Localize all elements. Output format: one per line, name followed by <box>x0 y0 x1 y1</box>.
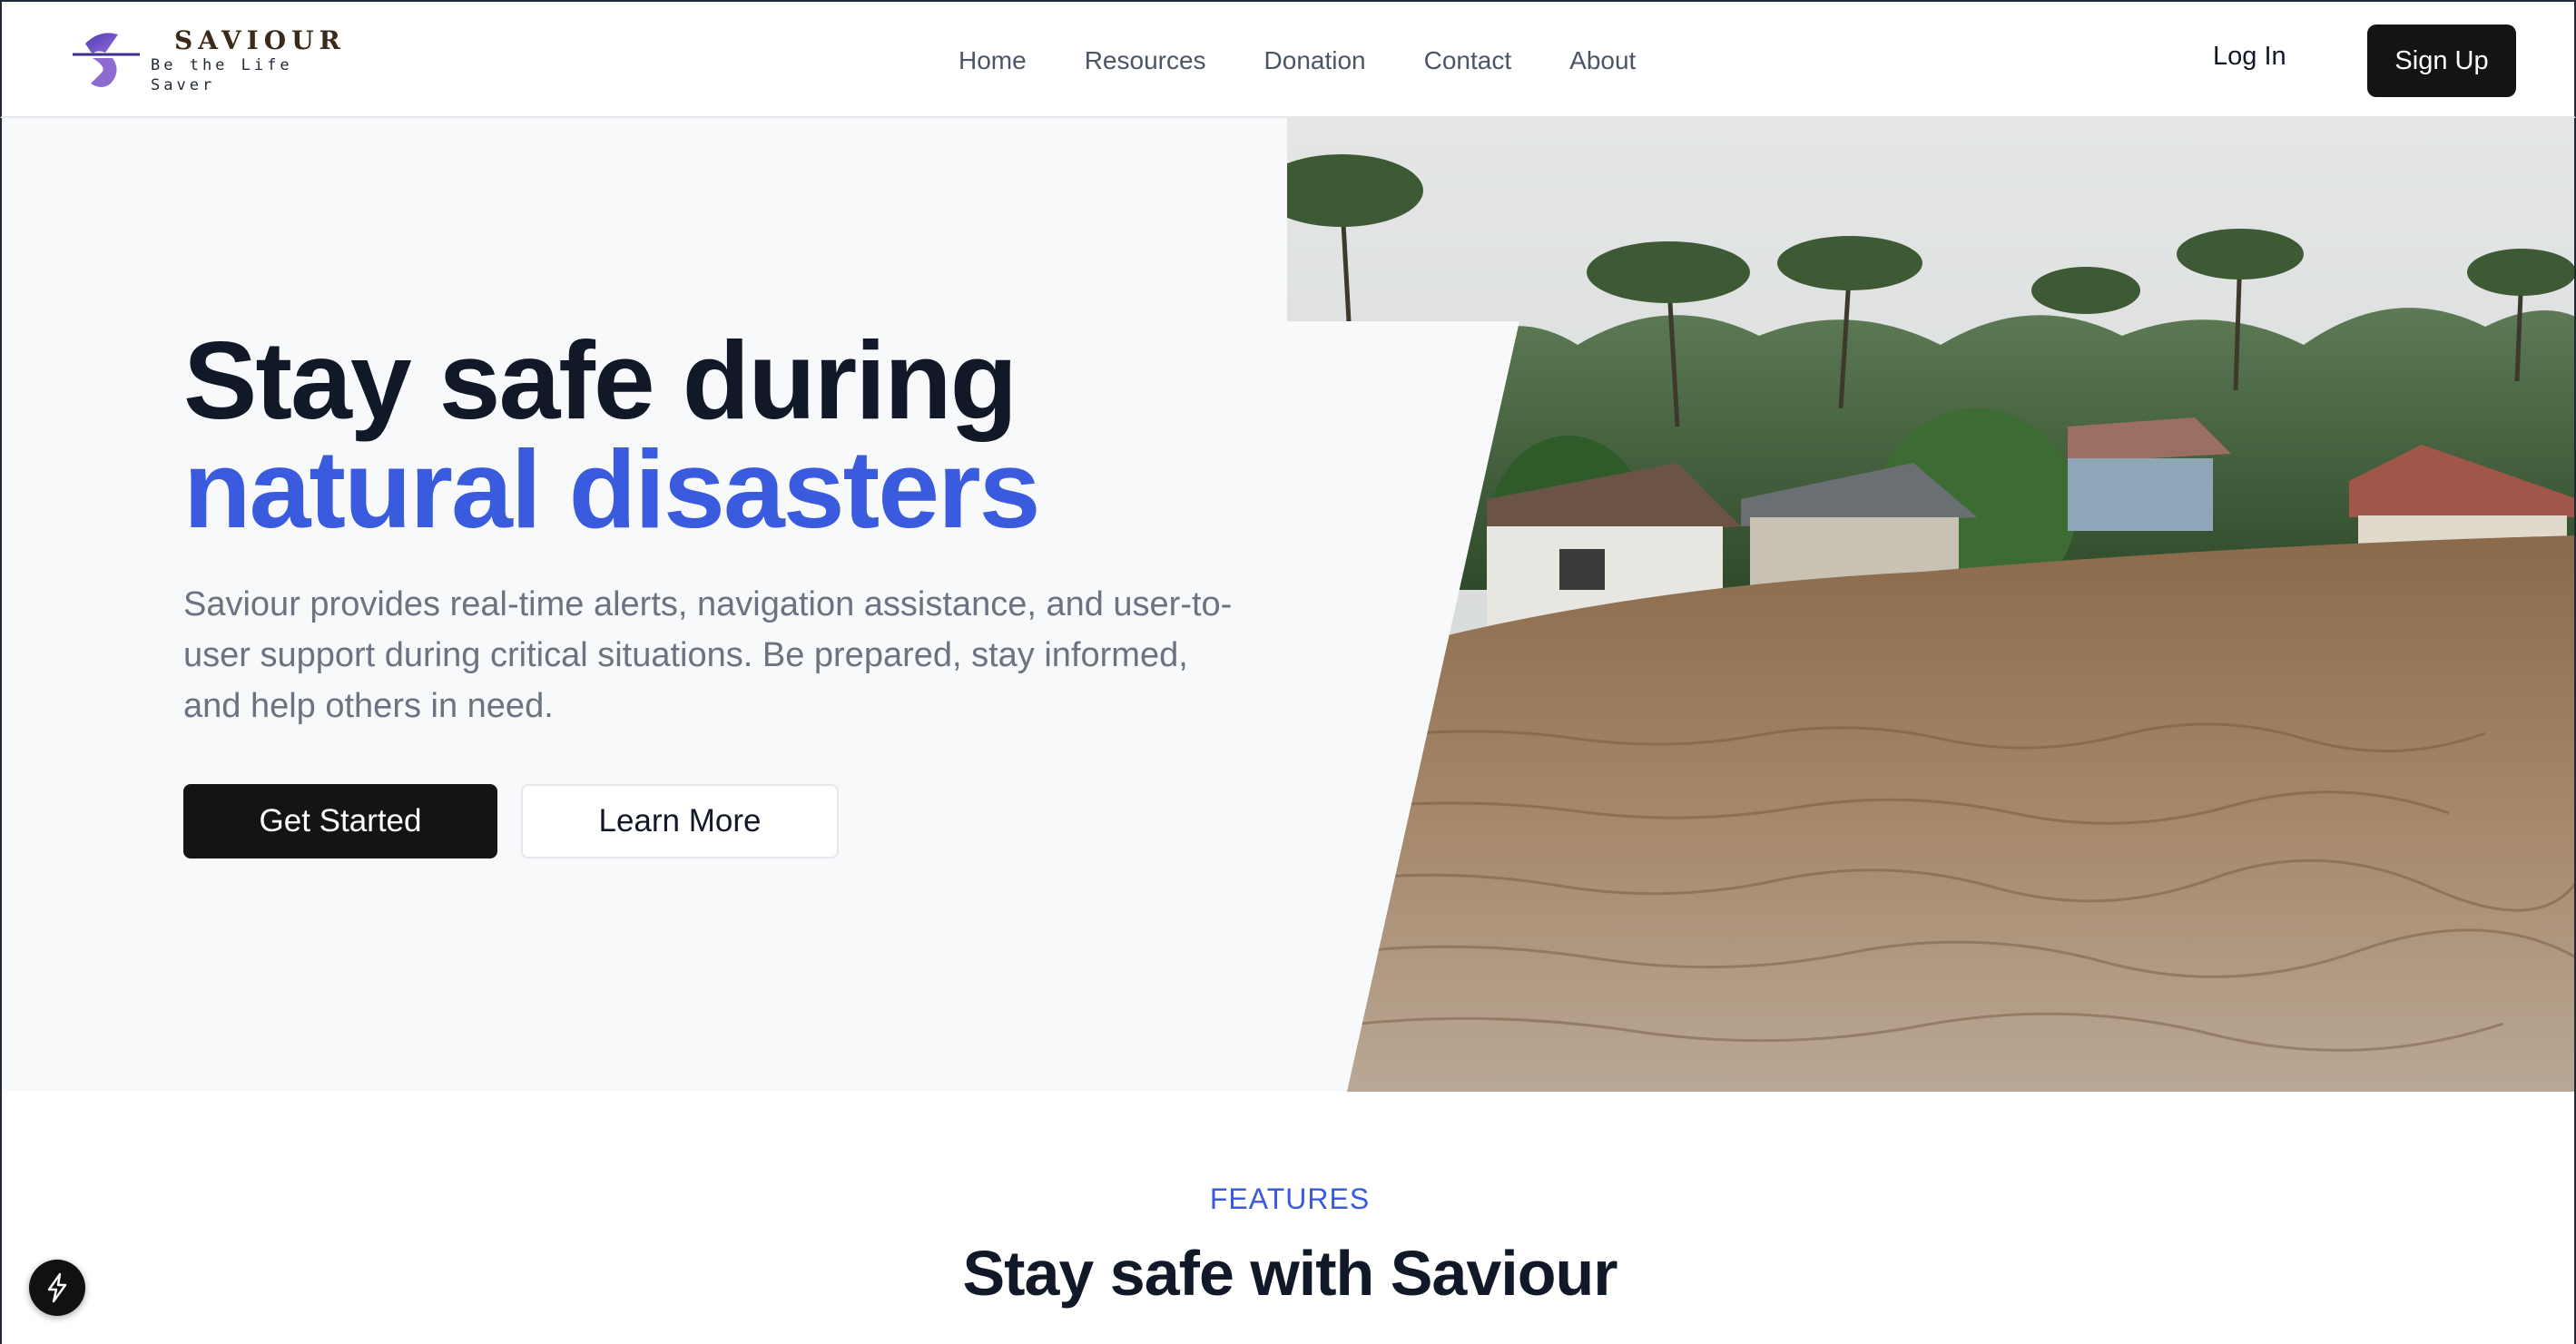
hero-description: Saviour provides real-time alerts, navig… <box>183 585 1233 725</box>
nav-donation[interactable]: Donation <box>1264 46 1366 75</box>
login-link[interactable]: Log In <box>2213 42 2286 72</box>
hero-content: Stay safe during natural disasters Savio… <box>183 319 1273 858</box>
nav-home[interactable]: Home <box>959 46 1027 75</box>
brand-tagline: Be the Life Saver <box>151 56 293 94</box>
nav-contact[interactable]: Contact <box>1424 46 1512 75</box>
hero-title: Stay safe during natural disasters <box>183 319 1273 551</box>
hero-cta-group: Get Started Learn More <box>183 784 1273 858</box>
features-section: FEATURES Stay safe with Saviour <box>0 1092 2576 1344</box>
learn-more-button[interactable]: Learn More <box>521 784 839 858</box>
lightning-bolt-button[interactable] <box>29 1260 85 1316</box>
get-started-button[interactable]: Get Started <box>183 784 497 858</box>
features-title: Stay safe with Saviour <box>962 1238 1617 1309</box>
signup-button[interactable]: Sign Up <box>2367 25 2516 97</box>
hero-title-line1: Stay safe during <box>183 319 1018 442</box>
nav-about[interactable]: About <box>1569 46 1636 75</box>
brand-name: SAVIOUR <box>174 25 346 55</box>
top-navbar: SAVIOUR Be the Life Saver Home Resources… <box>0 0 2576 118</box>
saviour-logo-icon <box>65 27 147 94</box>
features-eyebrow: FEATURES <box>1209 1182 1371 1215</box>
main-nav: Home Resources Donation Contact About <box>959 38 1636 83</box>
flooded-village-image <box>1287 118 2574 1092</box>
lightning-bolt-icon <box>47 1272 67 1303</box>
hero-title-line2: natural disasters <box>183 427 1040 551</box>
brand-logo[interactable]: SAVIOUR Be the Life Saver <box>65 25 365 94</box>
nav-resources[interactable]: Resources <box>1085 46 1206 75</box>
hero-section: Stay safe during natural disasters Savio… <box>0 118 2576 1092</box>
